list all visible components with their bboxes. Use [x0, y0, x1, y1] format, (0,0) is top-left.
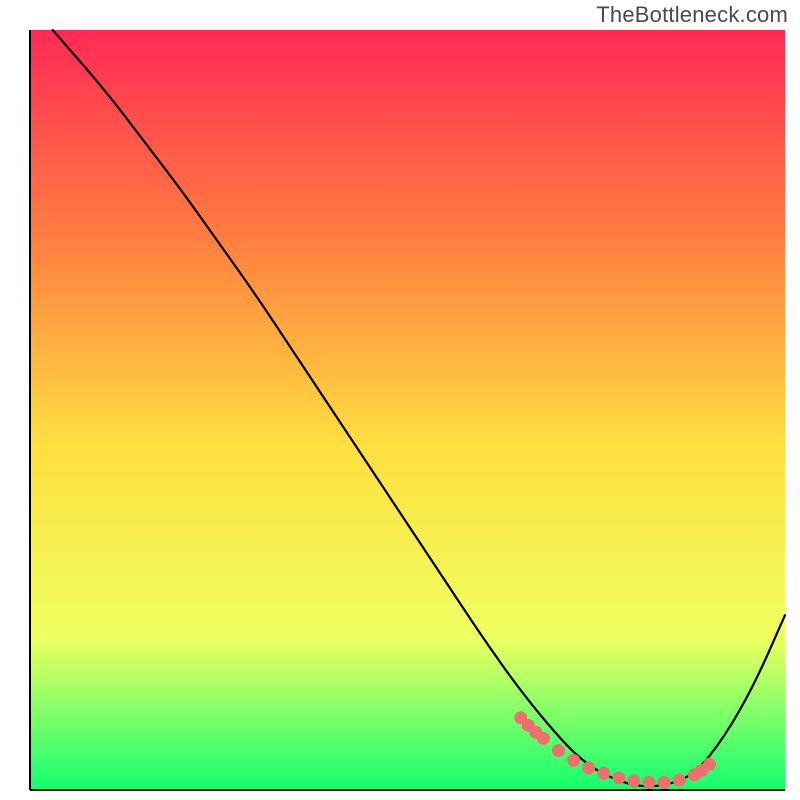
watermark-text: TheBottleneck.com: [596, 2, 788, 28]
highlight-dot: [582, 761, 595, 774]
highlight-dot: [567, 754, 580, 767]
highlight-dot: [658, 776, 671, 789]
highlight-dot: [537, 732, 550, 745]
highlight-dot: [628, 774, 641, 787]
highlight-dot: [597, 767, 610, 780]
highlight-dot: [643, 776, 656, 789]
plot-background: [30, 30, 785, 790]
highlight-dot: [612, 771, 625, 784]
chart-container: TheBottleneck.com: [0, 0, 800, 800]
highlight-dot: [703, 758, 716, 771]
bottleneck-chart: [0, 0, 800, 800]
highlight-dot: [552, 744, 565, 757]
highlight-dot: [673, 774, 686, 787]
